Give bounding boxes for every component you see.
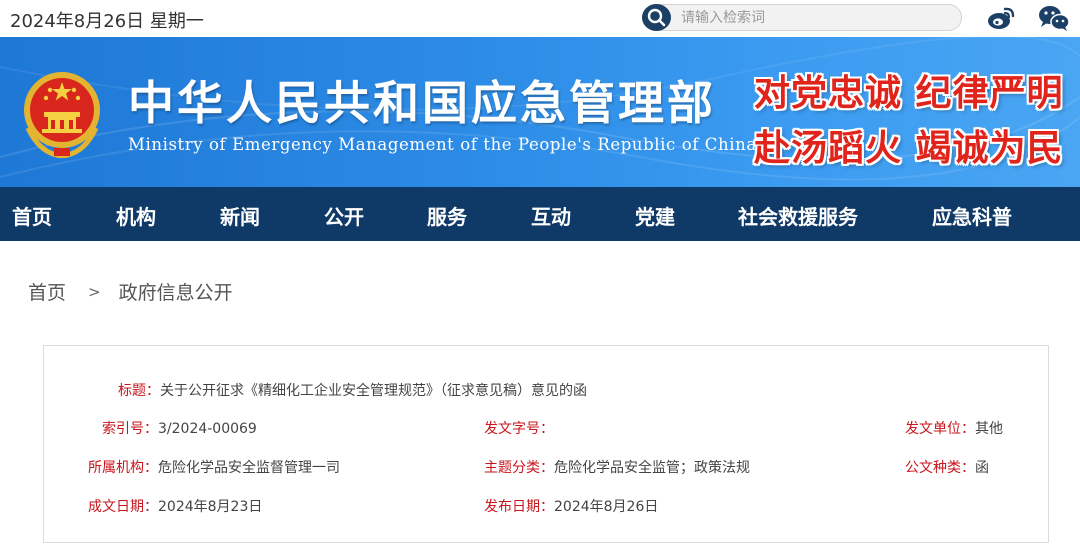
top-bar: 2024年8月26日 星期一: [0, 0, 1080, 37]
docno-label: 发文字号：: [484, 421, 554, 437]
document-info-box: 标题：关于公开征求《精细化工企业安全管理规范》（征求意见稿）意见的函 索引号：3…: [43, 345, 1049, 543]
nav-item-services[interactable]: 服务: [427, 201, 467, 230]
title-label: 标题：: [118, 383, 160, 399]
nav-item-disclosure[interactable]: 公开: [324, 201, 364, 230]
wechat-icon[interactable]: [1038, 4, 1070, 32]
org-value: 危险化学品安全监督管理一司: [158, 460, 340, 476]
topic-label: 主题分类：: [484, 460, 554, 476]
nav-item-interaction[interactable]: 互动: [531, 201, 571, 230]
search-box[interactable]: [642, 4, 962, 31]
breadcrumb-separator: >: [88, 283, 101, 301]
published-field: 发布日期：2024年8月26日: [484, 496, 658, 516]
nav-item-emergency-science[interactable]: 应急科普: [932, 201, 1012, 230]
type-field: 公文种类：函: [905, 457, 989, 477]
weibo-icon[interactable]: [986, 4, 1016, 32]
index-value: 3/2024-00069: [158, 421, 257, 437]
site-title-en: Ministry of Emergency Management of the …: [128, 135, 757, 154]
type-value: 函: [975, 460, 989, 476]
site-title-cn: 中华人民共和国应急管理部: [128, 76, 716, 130]
issuer-label: 发文单位：: [905, 421, 975, 437]
created-field: 成文日期：2024年8月23日: [88, 496, 262, 516]
nav-item-news[interactable]: 新闻: [220, 201, 260, 230]
slogan-line-2: 赴汤蹈火 竭诚为民: [754, 127, 1064, 169]
org-label: 所属机构：: [88, 460, 158, 476]
search-button[interactable]: [642, 4, 671, 31]
national-emblem-icon[interactable]: [20, 68, 104, 159]
nav-item-home[interactable]: 首页: [12, 201, 52, 230]
published-label: 发布日期：: [484, 499, 554, 515]
org-field: 所属机构：危险化学品安全监督管理一司: [88, 457, 340, 477]
type-label: 公文种类：: [905, 460, 975, 476]
created-label: 成文日期：: [88, 499, 158, 515]
main-nav: 首页 机构 新闻 公开 服务 互动 党建 社会救援服务 应急科普: [0, 187, 1080, 241]
search-icon: [647, 8, 666, 27]
title-field: 标题：关于公开征求《精细化工企业安全管理规范》（征求意见稿）意见的函: [118, 380, 587, 400]
nav-item-party-building[interactable]: 党建: [635, 201, 675, 230]
issuer-field: 发文单位：其他: [905, 418, 1003, 438]
created-value: 2024年8月23日: [158, 499, 263, 515]
breadcrumb: 首页 > 政府信息公开: [28, 278, 233, 305]
search-input[interactable]: [681, 9, 951, 27]
breadcrumb-home[interactable]: 首页: [28, 282, 66, 304]
docno-field: 发文字号：: [484, 418, 554, 438]
slogan-line-1: 对党忠诚 纪律严明: [754, 72, 1064, 114]
index-label: 索引号：: [102, 421, 158, 437]
title-value: 关于公开征求《精细化工企业安全管理规范》（征求意见稿）意见的函: [160, 383, 587, 399]
nav-item-organization[interactable]: 机构: [116, 201, 156, 230]
topic-field: 主题分类：危险化学品安全监管；政策法规: [484, 457, 750, 477]
index-field: 索引号：3/2024-00069: [102, 418, 257, 438]
topic-value: 危险化学品安全监管；政策法规: [554, 460, 750, 476]
issuer-value: 其他: [975, 421, 1003, 437]
published-value: 2024年8月26日: [554, 499, 659, 515]
site-banner: 中华人民共和国应急管理部 Ministry of Emergency Manag…: [0, 37, 1080, 187]
current-date: 2024年8月26日 星期一: [10, 11, 204, 32]
breadcrumb-current[interactable]: 政府信息公开: [119, 282, 233, 304]
nav-item-social-rescue[interactable]: 社会救援服务: [738, 201, 858, 230]
